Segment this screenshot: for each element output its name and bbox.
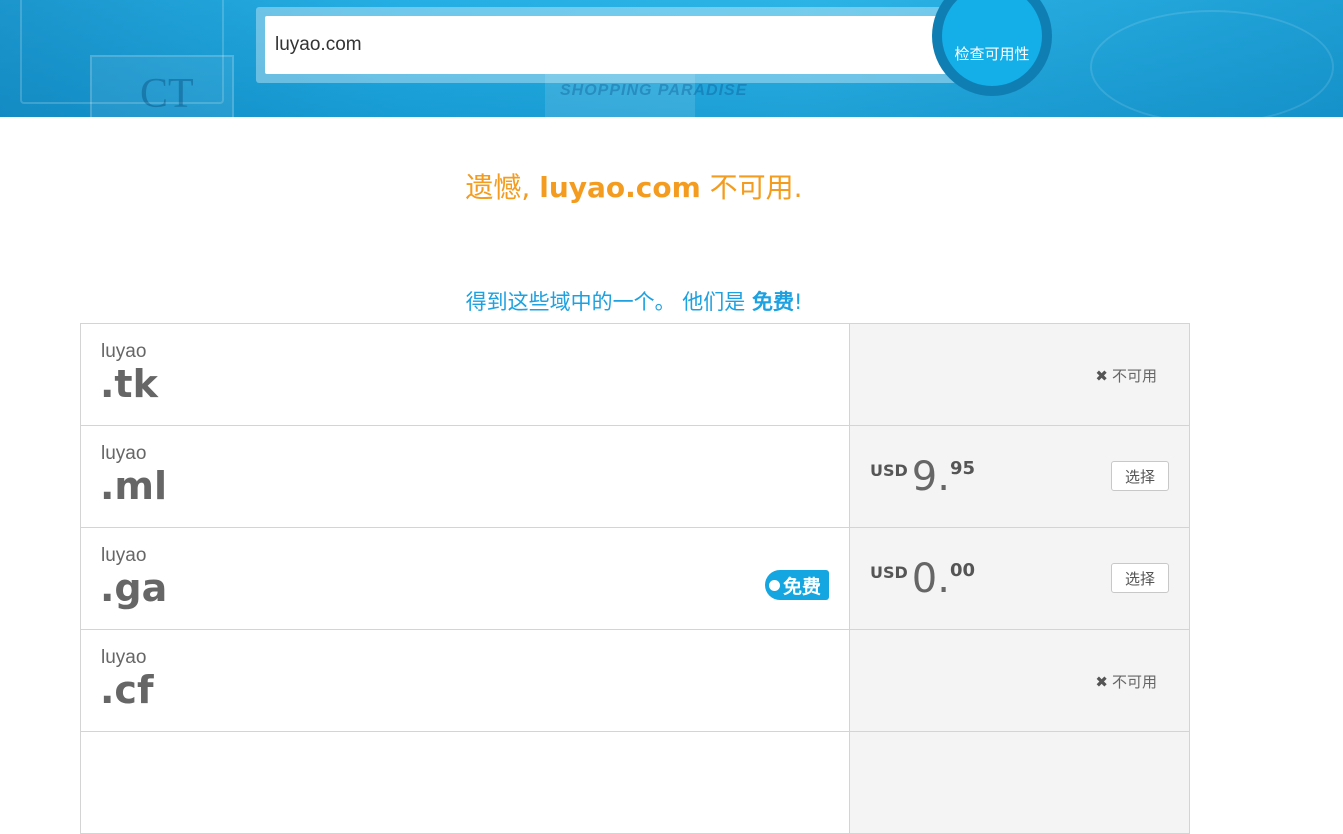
domain-sld: luyao [101,545,147,566]
domain-tld: .cf [100,668,154,712]
close-x-icon: ✖ [1095,367,1108,385]
offer-free-word: 免费 [751,290,794,314]
domain-name-cell: luyao .tk [81,324,850,425]
close-x-icon: ✖ [1095,673,1108,691]
domain-price-cell: USD 0.00 选择 [850,528,1189,629]
hero-sign-text: SHOPPING PARADISE [560,82,748,99]
free-offer-message: 得到这些域中的一个。 他们是 免费! [0,286,1268,316]
price-decimal: 95 [949,458,976,479]
price-integer: 0. [911,556,950,602]
domain-row [81,732,1189,834]
select-domain-button[interactable]: 选择 [1111,563,1169,593]
price-currency: USD [870,461,908,480]
domain-sld: luyao [101,443,147,464]
domain-price-cell: ✖ 不可用 [850,630,1189,731]
domain-name-cell [81,732,850,833]
domain-sld: luyao [101,341,147,362]
domain-row: luyao .ga 免费 USD 0.00 选择 [81,528,1189,630]
free-badge-label: 免费 [782,575,821,598]
unavailable-message: 遗憾, luyao.com 不可用. [0,166,1268,206]
domain-results-table: luyao .tk ✖ 不可用 luyao .ml USD 9.95 选择 luya… [80,323,1190,834]
hero-ct-text: CT [140,71,194,117]
domain-name-cell: luyao .ml [81,426,850,527]
domain-row: luyao .cf ✖ 不可用 [81,630,1189,732]
domain-search-input[interactable] [265,16,965,74]
domain-tld: .ga [100,566,168,610]
offer-end: ! [793,290,803,314]
price-decimal: 00 [949,560,976,581]
message-prefix: 遗憾, [465,171,540,204]
domain-name-cell: luyao .ga 免费 [81,528,850,629]
domain-price-cell: ✖ 不可用 [850,324,1189,425]
message-domain: luyao.com [539,171,701,204]
domain-price: USD 0.00 [870,556,975,602]
unavailable-label: 不可用 [1111,367,1157,385]
free-badge: 免费 [764,570,829,600]
domain-row: luyao .tk ✖ 不可用 [81,324,1189,426]
domain-tld: .ml [100,464,168,508]
domain-price-cell: USD 9.95 选择 [850,426,1189,527]
unavailable-status: ✖ 不可用 [1095,671,1157,692]
offer-text: 得到这些域中的一个。 他们是 [465,290,752,314]
price-integer: 9. [911,454,950,500]
domain-sld: luyao [101,647,147,668]
domain-tld: .tk [100,362,158,406]
dot-icon [768,579,780,591]
domain-price-cell [850,732,1189,833]
domain-row: luyao .ml USD 9.95 选择 [81,426,1189,528]
domain-price: USD 9.95 [870,454,975,500]
hero-decoration [1090,10,1334,117]
unavailable-status: ✖ 不可用 [1095,365,1157,386]
hero-banner: SHOPPING PARADISE CT 检查可用性 [0,0,1343,117]
price-currency: USD [870,563,908,582]
message-suffix: 不可用. [700,171,803,204]
unavailable-label: 不可用 [1111,673,1157,691]
domain-name-cell: luyao .cf [81,630,850,731]
select-domain-button[interactable]: 选择 [1111,461,1169,491]
